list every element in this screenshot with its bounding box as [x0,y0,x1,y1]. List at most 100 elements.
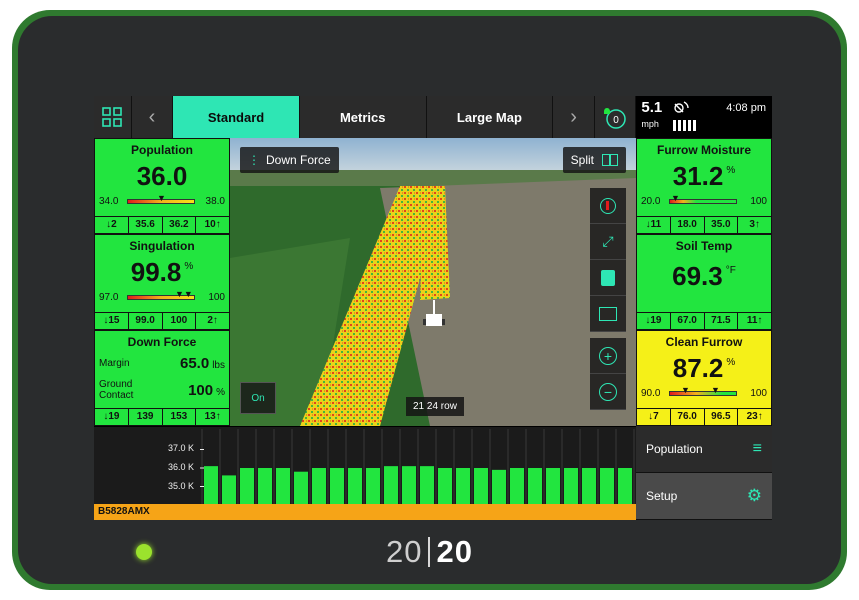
gear-icon: ⚙ [746,486,762,505]
stat-max: 35.0 [705,217,739,233]
prev-page-button[interactable]: ‹ [132,96,174,138]
population-card[interactable]: Population 36.0 34.0 ▼ 38.0 ↓2 35.6 36.2… [94,138,230,234]
speed-value: 5.1 [641,99,663,116]
row-population-chart[interactable]: 37.0 K 36.0 K 35.0 K B5828AMX [94,426,636,520]
tractor-view-icon [601,269,615,286]
row-bar-24 [618,468,632,505]
menu-icon: ≡ [752,440,762,457]
status-panel[interactable]: 5.1 mph 4:08 pm [636,96,772,138]
zoom-in-button[interactable]: + [590,338,626,374]
compass-button[interactable] [590,188,626,224]
alerts-count: 0 [613,115,619,126]
row-bar-14 [438,468,452,505]
row-bar-16 [474,468,488,505]
alerts-button[interactable]: 0 [595,96,637,138]
split-view-button[interactable]: Split [562,147,626,173]
tab-metrics[interactable]: Metrics [300,96,427,138]
clean-furrow-stats: ↓7 76.0 96.5 23↑ [637,408,771,425]
bezel: ‹ Standard Metrics Large Map › 0 5.1 mph [18,16,841,584]
gauge-high: 100 [750,196,767,207]
gauge-marker: ▼▼ [175,289,193,299]
furrow-moisture-value-wrap: 31.2% [637,161,771,192]
margin-label: Margin [99,358,130,369]
map-scene [230,138,636,426]
soil-temp-card[interactable]: Soil Temp 69.3 °F ↓19 67.0 71.5 11↑ [636,234,772,330]
furrow-moisture-card[interactable]: Furrow Moisture 31.2% 20.0 ▼ 100 ↓11 18.… [636,138,772,234]
furrow-moisture-gauge: 20.0 ▼ 100 [641,193,767,208]
tab-large-map[interactable]: Large Map [427,96,554,138]
row-bar-22 [582,468,596,505]
stat-max: 71.5 [705,313,739,329]
tractor-view-button[interactable] [590,260,626,296]
gauge-marker: ▼ [711,385,720,395]
row-bar-1 [204,466,218,505]
tab-standard[interactable]: Standard [173,96,300,138]
coverage-toggle-label: On [251,392,265,404]
setup-button[interactable]: Setup ⚙ [636,473,772,520]
home-grid-button[interactable] [94,96,132,138]
chevron-left-icon: ‹ [148,105,156,128]
row-bar-19 [528,468,542,505]
setup-label: Setup [646,489,678,503]
brand-logo: 20 20 [386,534,473,570]
row-bar-8 [330,468,344,505]
ground-contact-label: Ground Contact [99,379,134,401]
stat-below: ↓2 [95,217,129,233]
ground-contact-value: 100 [188,381,214,399]
next-page-button[interactable]: › [553,96,595,138]
population-menu-label: Population [646,442,703,456]
map-layer-button[interactable] [590,296,626,332]
stat-above-value: 3 [749,219,755,230]
gauge-low: 20.0 [641,196,661,207]
satellite-icon [674,101,690,113]
singulation-stats: ↓15 99.0 100 2↑ [95,312,229,329]
clean-furrow-value: 87.2 [672,353,724,383]
coverage-toggle[interactable]: On [240,382,276,414]
display-device: ‹ Standard Metrics Large Map › 0 5.1 mph [12,10,847,590]
gps-signal-bars [673,120,697,131]
stat-min: 35.6 [129,217,163,233]
downforce-card[interactable]: Down Force Margin 65.0 lbs Ground Contact… [94,330,230,426]
clean-furrow-card[interactable]: Clean Furrow 87.2% 90.0 ▼ ▼ 100 ↓7 76.0 … [636,330,772,426]
clean-furrow-gauge: 90.0 ▼ ▼ 100 [641,385,767,400]
ground-contact-unit: % [216,386,225,398]
gauge-low: 34.0 [99,196,119,207]
stat-max: 100 [163,313,197,329]
singulation-card[interactable]: Singulation 99.8% 97.0 ▼▼ 100 ↓15 99.0 1… [94,234,230,330]
population-value: 36.0 [136,161,188,191]
population-menu-button[interactable]: Population ≡ [636,426,772,473]
fullscreen-button[interactable]: ⤢ [590,224,626,260]
field-map-view[interactable]: ⋮ Down Force Split ⤢ + − On 21 24 row [230,138,636,426]
gauge-marker: ▼ [157,193,166,203]
singulation-unit: % [184,261,194,272]
row-bar-9 [348,468,362,505]
gauge-high: 100 [750,388,767,399]
plus-icon: + [599,346,617,365]
clean-furrow-unit: % [726,357,736,368]
stat-below-value: 2 [111,219,117,230]
layer-select-button[interactable]: ⋮ Down Force [240,147,339,173]
soil-temp-value-wrap: 69.3 °F [637,261,771,292]
stat-max: 36.2 [163,217,197,233]
row-bar-20 [546,468,560,505]
gauge-marker: ▼ [681,385,690,395]
soil-temp-title: Soil Temp [675,239,733,253]
row-bar-6 [294,471,308,505]
stat-min: 99.0 [129,313,163,329]
row-bar-21 [564,468,578,505]
stat-below-value: 15 [108,315,120,326]
row-bar-2 [222,475,236,505]
chevron-right-icon: › [570,105,577,128]
gauge-marker: ▼ [671,193,680,203]
gauge-high: 38.0 [205,196,225,207]
list-icon: ⋮ [248,153,260,167]
soil-temp-value: 69.3 [672,261,723,291]
left-metrics-column: Population 36.0 34.0 ▼ 38.0 ↓2 35.6 36.2… [94,138,230,426]
power-indicator-light [136,544,152,560]
zoom-controls: + − [590,338,626,410]
zoom-out-button[interactable]: − [590,374,626,410]
furrow-moisture-stats: ↓11 18.0 35.0 3↑ [637,216,771,233]
layer-select-label: Down Force [266,153,331,167]
population-gauge: 34.0 ▼ 38.0 [99,193,225,208]
row-bar-23 [600,468,614,505]
